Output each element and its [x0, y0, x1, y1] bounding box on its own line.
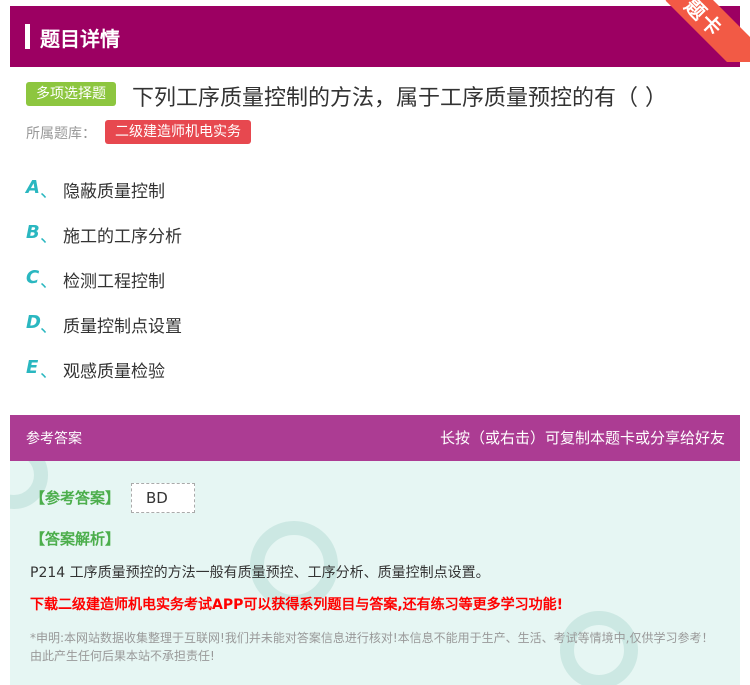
option-text: 施工的工序分析	[63, 227, 182, 247]
question-type-badge: 多项选择题	[26, 82, 116, 106]
answer-label: 【参考答案】	[30, 489, 121, 507]
option-text: 检测工程控制	[63, 272, 165, 292]
question-title: 下列工序质量控制的方法，属于工序质量预控的有（ ）	[132, 86, 667, 111]
share-hint: 长按（或右击）可复制本题卡或分享给好友	[439, 429, 725, 447]
option-letter: C	[26, 267, 40, 288]
analysis-text: P214 工序质量预控的方法一般有质量预控、工序分析、质量控制点设置。	[30, 565, 490, 581]
answer-header-bar: 参考答案 长按（或右击）可复制本题卡或分享给好友	[10, 415, 740, 461]
option-text: 隐蔽质量控制	[63, 182, 165, 202]
download-app-link[interactable]: 下载二级建造师机电实务考试APP可以获得系列题目与答案,还有练习等更多学习功能!	[30, 594, 563, 614]
card-ribbon[interactable]: 题卡	[655, 0, 750, 62]
question-bank-badge[interactable]: 二级建造师机电实务	[105, 120, 251, 144]
question-bank-label: 所属题库：	[26, 126, 96, 142]
answer-panel: 【参考答案】 BD 【答案解析】 P214 工序质量预控的方法一般有质量预控、工…	[10, 461, 740, 685]
disclaimer-text: *申明:本网站数据收集整理于互联网!我们并未能对答案信息进行核对!本信息不能用于…	[30, 631, 714, 663]
header-accent-bar	[25, 24, 30, 49]
option-separator: 、	[40, 226, 58, 247]
option-letter: B	[26, 222, 40, 243]
answer-section-title: 参考答案	[26, 431, 82, 447]
page-header: 题目详情	[10, 6, 740, 67]
option-letter: E	[26, 357, 39, 378]
option-text: 质量控制点设置	[63, 317, 182, 337]
option-separator: 、	[40, 271, 58, 292]
option-separator: 、	[40, 316, 58, 337]
option-text: 观感质量检验	[63, 362, 165, 382]
analysis-label: 【答案解析】	[30, 530, 121, 548]
answer-value: BD	[131, 483, 195, 513]
option-letter: A	[26, 177, 40, 198]
page-title: 题目详情	[40, 27, 120, 51]
option-separator: 、	[40, 361, 58, 382]
option-separator: 、	[40, 181, 58, 202]
option-letter: D	[26, 312, 41, 333]
